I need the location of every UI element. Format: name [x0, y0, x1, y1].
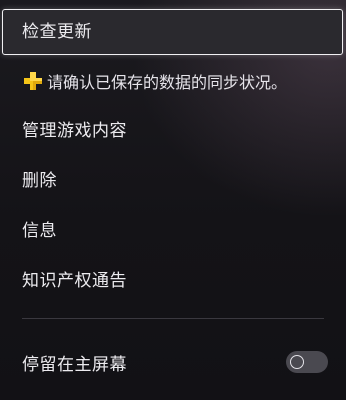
divider: [22, 318, 324, 319]
ps-plus-icon: [22, 70, 44, 92]
info-button[interactable]: 信息: [22, 211, 326, 251]
manage-game-content-button[interactable]: 管理游戏内容: [22, 111, 326, 151]
sync-notice-text: 请确认已保存的数据的同步状况。: [47, 73, 288, 92]
ip-notice-button[interactable]: 知识产权通告: [22, 261, 326, 301]
stay-home-row[interactable]: 停留在主屏幕: [22, 342, 328, 382]
options-menu: 检查更新 请确认已保存的数据的同步状况。 管理游戏内容 删除 信息 知识产权通告…: [0, 0, 346, 400]
sync-notice: 请确认已保存的数据的同步状况。: [22, 64, 287, 98]
check-update-button[interactable]: 检查更新: [2, 9, 343, 55]
toggle-knob: [290, 355, 304, 369]
delete-button[interactable]: 删除: [22, 161, 326, 201]
stay-home-toggle[interactable]: [286, 351, 328, 373]
stay-home-label: 停留在主屏幕: [22, 354, 127, 375]
